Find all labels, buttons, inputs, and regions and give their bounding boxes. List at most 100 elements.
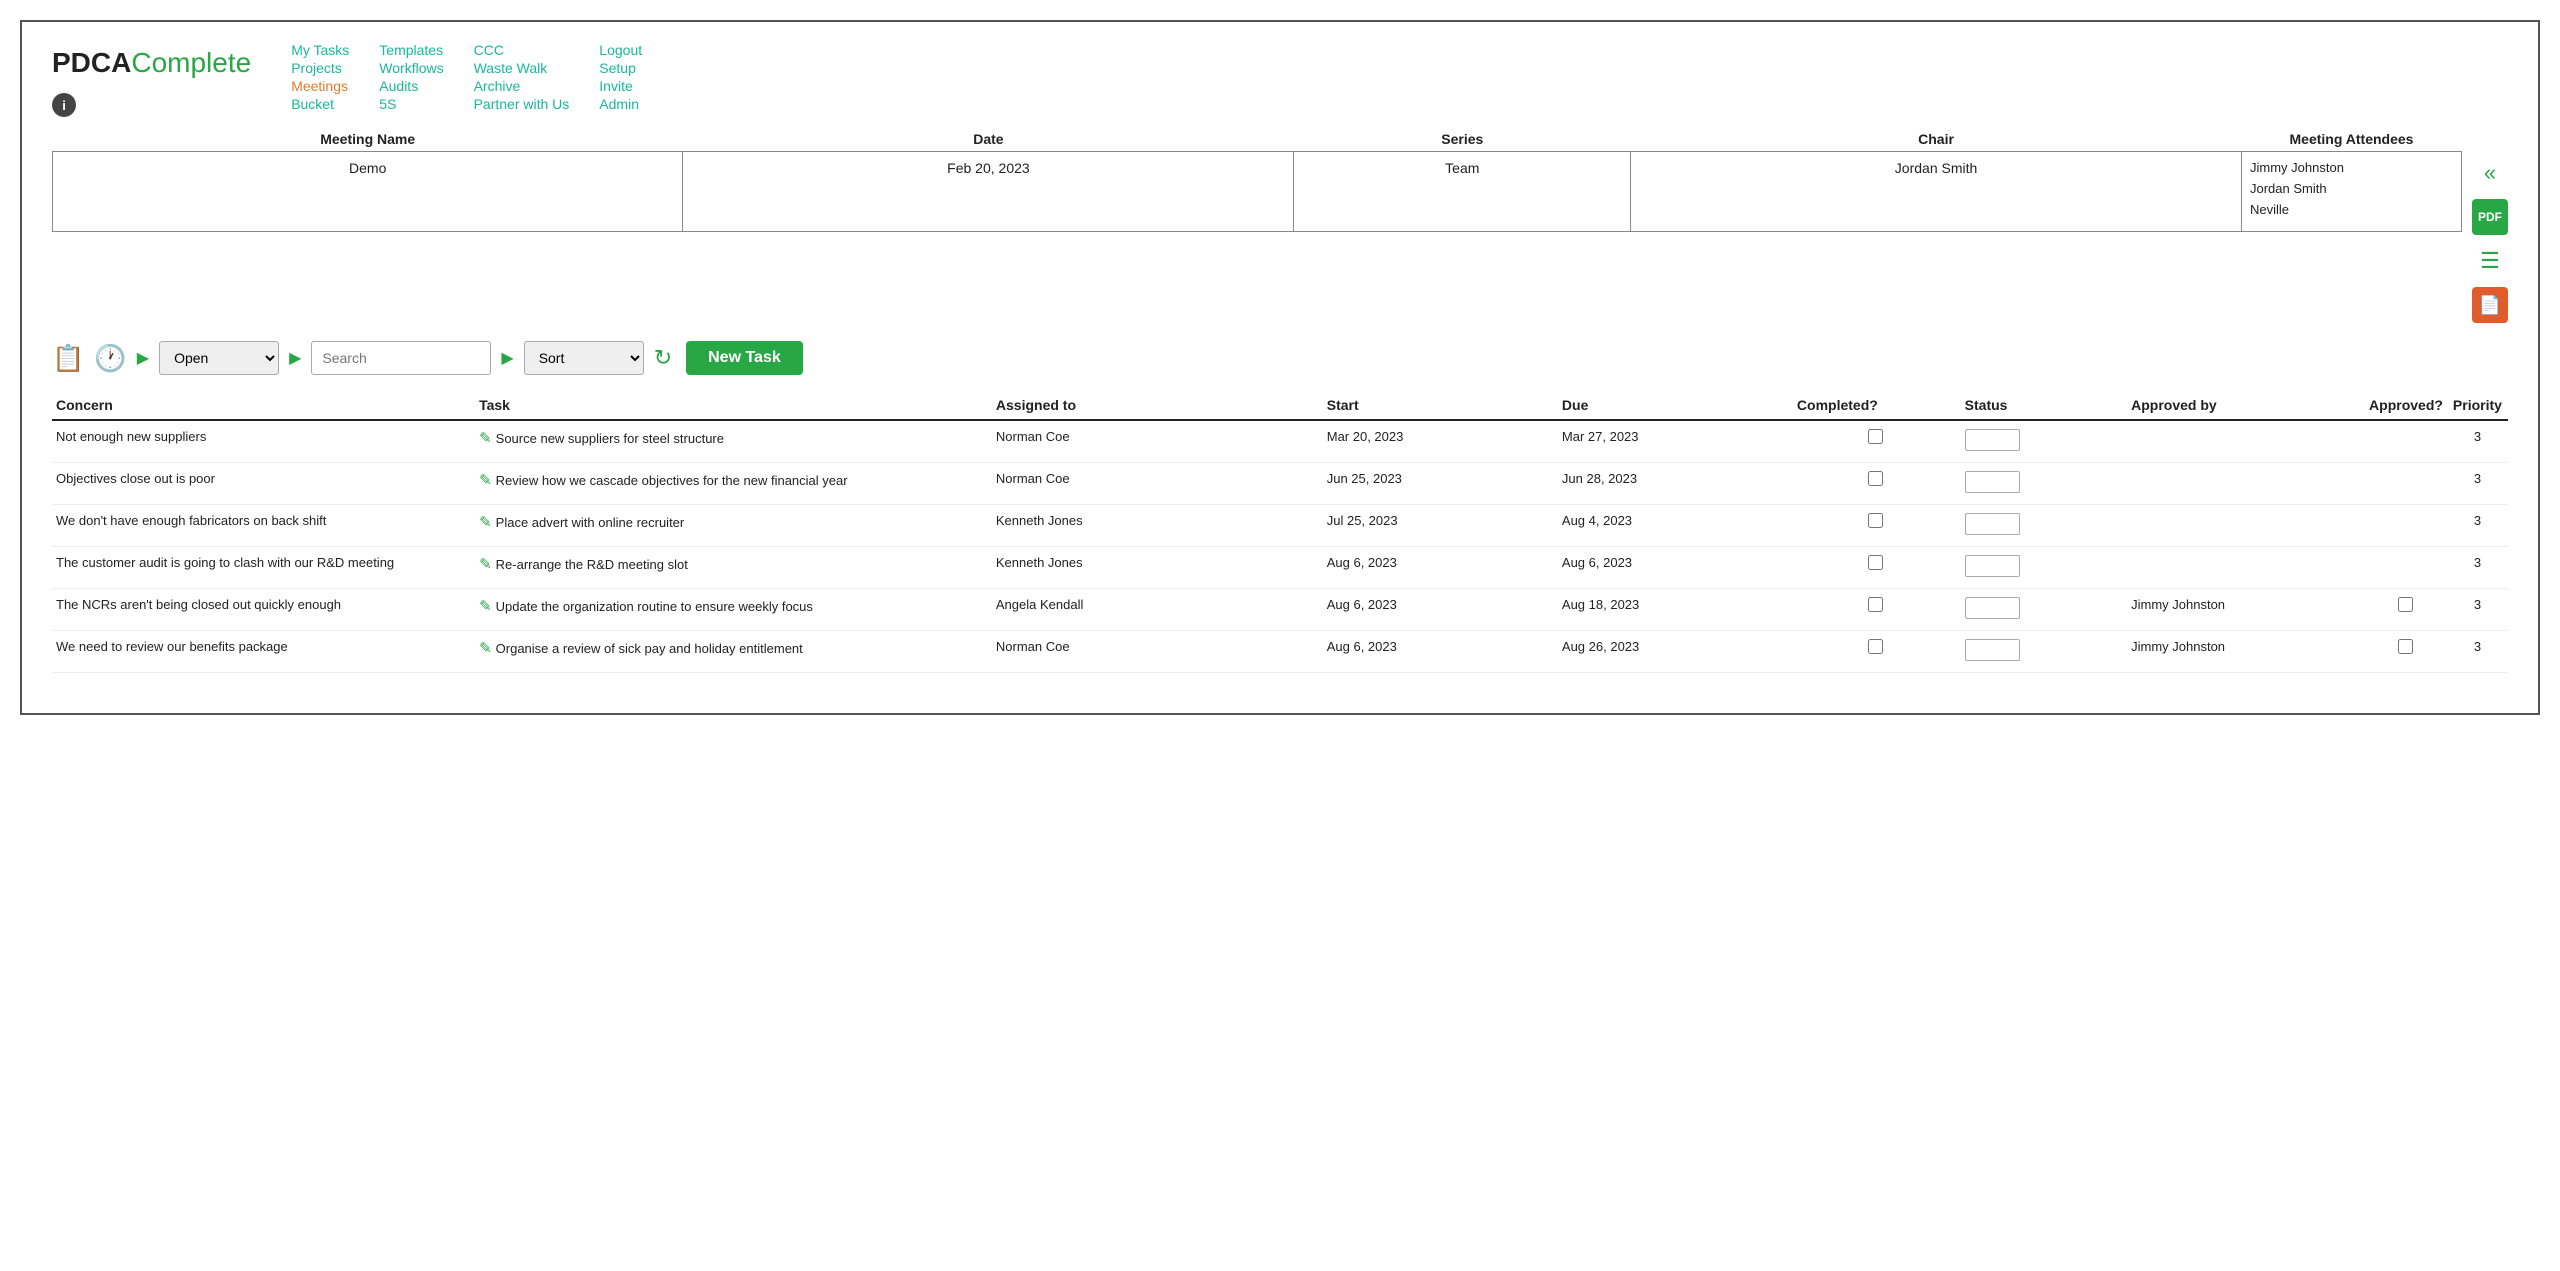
attendees-list: Jimmy Johnston Jordan Smith Neville [2250, 158, 2453, 220]
cell-assigned-0: Norman Coe [992, 420, 1323, 463]
meeting-table: Meeting Name Date Series Chair Meeting A… [52, 127, 2462, 232]
status-box-4[interactable] [1965, 597, 2020, 619]
cell-task-1: ✎Review how we cascade objectives for th… [475, 463, 992, 505]
logo: PDCAComplete [52, 47, 251, 79]
back-arrow-button[interactable]: « [2472, 155, 2508, 191]
completed-checkbox-5[interactable] [1868, 639, 1883, 654]
sort-arrow[interactable]: ▶ [501, 348, 513, 368]
cell-task-5: ✎Organise a review of sick pay and holid… [475, 631, 992, 673]
cell-status-5 [1961, 631, 2127, 673]
info-icon[interactable]: i [52, 93, 76, 117]
meeting-section: Meeting Name Date Series Chair Meeting A… [52, 127, 2508, 323]
nav-projects[interactable]: Projects [291, 60, 349, 76]
nav-archive[interactable]: Archive [474, 78, 570, 94]
meeting-date-header: Date [683, 127, 1294, 152]
cell-task-0: ✎Source new suppliers for steel structur… [475, 420, 992, 463]
edit-icon-0[interactable]: ✎ [479, 430, 492, 447]
cell-assigned-4: Angela Kendall [992, 589, 1323, 631]
attendee-0: Jimmy Johnston [2250, 158, 2453, 179]
completed-checkbox-1[interactable] [1868, 471, 1883, 486]
clipboard-icon[interactable]: 📋 [52, 343, 84, 374]
search-arrow[interactable]: ▶ [289, 348, 301, 368]
pdf-button[interactable]: PDF [2472, 199, 2508, 235]
status-box-2[interactable] [1965, 513, 2020, 535]
col-header-start: Start [1323, 391, 1558, 420]
cell-approved-1 [2365, 463, 2449, 505]
cell-approved-2 [2365, 505, 2449, 547]
cell-due-1: Jun 28, 2023 [1558, 463, 1793, 505]
edit-icon-3[interactable]: ✎ [479, 556, 492, 573]
document-button[interactable]: 📄 [2472, 287, 2508, 323]
nav-ccc[interactable]: CCC [474, 42, 570, 58]
nav-grid: My Tasks Templates CCC Logout Projects W… [291, 42, 642, 112]
clock-icon[interactable]: 🕐 [94, 343, 126, 374]
meeting-name-value[interactable]: Demo [53, 152, 683, 232]
cell-due-5: Aug 26, 2023 [1558, 631, 1793, 673]
tasks-table: Concern Task Assigned to Start Due Compl… [52, 391, 2508, 673]
meeting-attendees-header: Meeting Attendees [2242, 127, 2462, 152]
nav-workflows[interactable]: Workflows [379, 60, 443, 76]
nav-waste-walk[interactable]: Waste Walk [474, 60, 570, 76]
refresh-button[interactable]: ↻ [654, 345, 672, 371]
cell-completed-2[interactable] [1793, 505, 1961, 547]
cell-concern-2: We don't have enough fabricators on back… [52, 505, 475, 547]
edit-icon-1[interactable]: ✎ [479, 472, 492, 489]
table-row: The customer audit is going to clash wit… [52, 547, 2508, 589]
nav-partner[interactable]: Partner with Us [474, 96, 570, 112]
completed-checkbox-3[interactable] [1868, 555, 1883, 570]
cell-assigned-5: Norman Coe [992, 631, 1323, 673]
new-task-button[interactable]: New Task [686, 341, 803, 375]
edit-icon-2[interactable]: ✎ [479, 514, 492, 531]
nav-5s[interactable]: 5S [379, 96, 443, 112]
cell-due-3: Aug 6, 2023 [1558, 547, 1793, 589]
approved-checkbox-4[interactable] [2398, 597, 2413, 612]
edit-icon-4[interactable]: ✎ [479, 598, 492, 615]
cell-completed-4[interactable] [1793, 589, 1961, 631]
nav-admin[interactable]: Admin [599, 96, 642, 112]
meeting-name-header: Meeting Name [53, 127, 683, 152]
header: PDCAComplete i My Tasks Templates CCC Lo… [52, 42, 2508, 117]
cell-completed-0[interactable] [1793, 420, 1961, 463]
cell-approved-0 [2365, 420, 2449, 463]
col-header-priority: Priority [2449, 391, 2508, 420]
sort-select[interactable]: Sort [524, 341, 644, 375]
status-box-0[interactable] [1965, 429, 2020, 451]
meeting-chair-value: Jordan Smith [1631, 152, 2242, 232]
cell-approved-3 [2365, 547, 2449, 589]
nav-setup[interactable]: Setup [599, 60, 642, 76]
meeting-chair-header: Chair [1631, 127, 2242, 152]
cell-due-4: Aug 18, 2023 [1558, 589, 1793, 631]
completed-checkbox-4[interactable] [1868, 597, 1883, 612]
nav-invite[interactable]: Invite [599, 78, 642, 94]
search-input[interactable] [311, 341, 491, 375]
nav-audits[interactable]: Audits [379, 78, 443, 94]
nav-my-tasks[interactable]: My Tasks [291, 42, 349, 58]
status-box-1[interactable] [1965, 471, 2020, 493]
nav-meetings[interactable]: Meetings [291, 78, 349, 94]
completed-checkbox-0[interactable] [1868, 429, 1883, 444]
attendee-2: Neville [2250, 200, 2453, 221]
nav-bucket[interactable]: Bucket [291, 96, 349, 112]
cell-completed-5[interactable] [1793, 631, 1961, 673]
nav-logout[interactable]: Logout [599, 42, 642, 58]
cell-approved-5[interactable] [2365, 631, 2449, 673]
completed-checkbox-2[interactable] [1868, 513, 1883, 528]
col-header-status: Status [1961, 391, 2127, 420]
cell-concern-5: We need to review our benefits package [52, 631, 475, 673]
table-row: We don't have enough fabricators on back… [52, 505, 2508, 547]
edit-icon-5[interactable]: ✎ [479, 640, 492, 657]
cell-approved-4[interactable] [2365, 589, 2449, 631]
status-box-3[interactable] [1965, 555, 2020, 577]
status-select[interactable]: Open Closed All [159, 341, 279, 375]
toolbar: 📋 🕐 ▶ Open Closed All ▶ ▶ Sort ↻ New Tas… [52, 341, 2508, 375]
cell-completed-3[interactable] [1793, 547, 1961, 589]
cell-approved-by-5: Jimmy Johnston [2127, 631, 2365, 673]
approved-checkbox-5[interactable] [2398, 639, 2413, 654]
cell-completed-1[interactable] [1793, 463, 1961, 505]
cell-start-3: Aug 6, 2023 [1323, 547, 1558, 589]
table-row: The NCRs aren't being closed out quickly… [52, 589, 2508, 631]
nav-templates[interactable]: Templates [379, 42, 443, 58]
status-box-5[interactable] [1965, 639, 2020, 661]
menu-lines-button[interactable]: ☰ [2472, 243, 2508, 279]
status-arrow[interactable]: ▶ [137, 348, 149, 368]
